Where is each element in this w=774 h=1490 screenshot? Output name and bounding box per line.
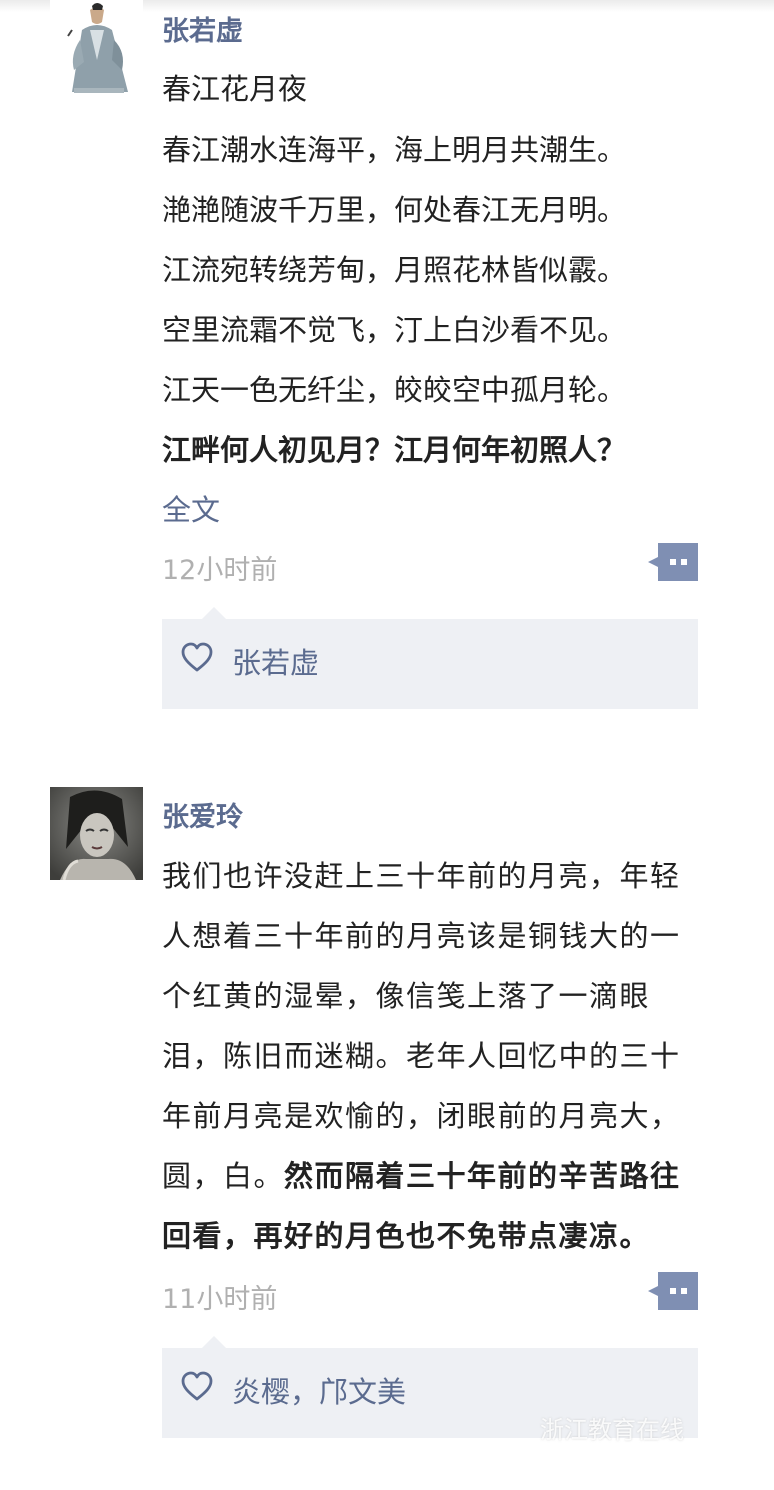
portrait-photo — [50, 787, 143, 880]
likes-caret — [202, 1336, 226, 1348]
post-time: 11小时前 — [162, 1284, 278, 1315]
heart-icon — [181, 1371, 213, 1401]
moment-post-2: 张爱玲 我们也许没赶上三十年前的月亮，年轻人想着三十年前的月亮该是铜钱大的一个红… — [0, 0, 774, 1490]
post-text: 我们也许没赶上三十年前的月亮，年轻人想着三十年前的月亮该是铜钱大的一个红黄的湿晕… — [162, 846, 698, 1266]
watermark: 浙江教育在线 — [540, 1416, 684, 1444]
comment-button[interactable] — [648, 1272, 698, 1310]
comment-icon — [648, 1272, 698, 1310]
author-name[interactable]: 张爱玲 — [162, 800, 243, 836]
avatar[interactable] — [50, 787, 143, 880]
post-text-normal: 我们也许没赶上三十年前的月亮，年轻人想着三十年前的月亮该是铜钱大的一个红黄的湿晕… — [162, 859, 681, 1193]
liker-names[interactable]: 炎樱，邝文美 — [232, 1372, 406, 1412]
